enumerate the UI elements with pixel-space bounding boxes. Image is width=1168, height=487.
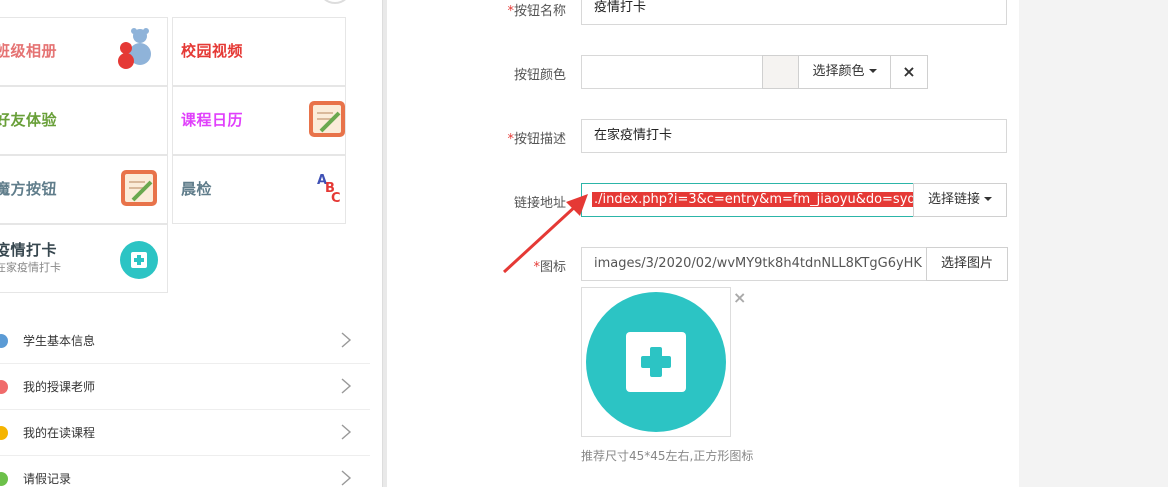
grid-cell-class-album[interactable]: 班级相册	[0, 17, 168, 86]
notepad-pencil-icon	[309, 101, 345, 137]
list-item-label: 我的在读课程	[23, 426, 96, 440]
input-value: ./index.php?i=3&c=entry&m=fm_jiaoyu&do=s…	[592, 192, 913, 207]
medical-cross-icon	[120, 241, 158, 279]
grid-cell-title: 课程日历	[181, 111, 244, 129]
button-desc-label: *按钮描述	[476, 128, 566, 147]
remove-image-button[interactable]: ×	[733, 288, 746, 307]
info-icon	[0, 334, 8, 348]
close-icon: ×	[902, 62, 916, 81]
button-color-input[interactable]	[581, 55, 763, 89]
abc-letters-icon: A B C	[317, 173, 341, 206]
list-item-label: 请假记录	[23, 472, 72, 486]
teddy-bear-icon	[118, 28, 151, 69]
caret-down-icon	[868, 69, 877, 73]
list-item-my-teachers[interactable]: 我的授课老师	[0, 364, 370, 410]
page-background	[1019, 0, 1168, 487]
caret-down-icon	[984, 197, 992, 201]
close-icon: ×	[733, 288, 747, 307]
button-label: 选择颜色	[812, 64, 865, 79]
label-text: 图标	[539, 260, 566, 275]
input-value: 疫情打卡	[594, 0, 647, 15]
chevron-right-icon	[341, 332, 352, 348]
grid-cell-title: 班级相册	[0, 42, 58, 60]
input-value: 在家疫情打卡	[594, 128, 673, 143]
button-label: 选择图片	[940, 256, 993, 271]
icon-size-hint: 推荐尺寸45*45左右,正方形图标	[581, 447, 753, 464]
icon-label: *图标	[476, 256, 566, 275]
grid-cell-title: 疫情打卡	[0, 241, 58, 259]
button-label: 选择链接	[927, 192, 980, 207]
link-input[interactable]: ./index.php?i=3&c=entry&m=fm_jiaoyu&do=s…	[581, 183, 914, 217]
button-name-label: *按钮名称	[476, 0, 566, 19]
label-text: 按钮描述	[513, 132, 566, 147]
grid-cell-title: 晨检	[181, 180, 213, 198]
top-icon-fragment	[318, 0, 352, 4]
svg-text:C: C	[331, 191, 341, 206]
color-preview-swatch	[762, 55, 799, 89]
icon-path-input[interactable]: images/3/2020/02/wvMY9tk8h4tdnNLL8KTgG6y…	[581, 247, 927, 281]
medical-cross-icon	[586, 292, 726, 432]
select-image-button[interactable]: 选择图片	[926, 247, 1008, 281]
label-text: 按钮颜色	[513, 68, 566, 83]
grid-cell-campus-video[interactable]: 校园视频	[172, 17, 346, 86]
button-name-input[interactable]: 疫情打卡	[581, 0, 1007, 25]
mobile-preview-panel: 班级相册 校园视频 好友体验 课程日历 魔方按钮 晨检 A B C 疫情打卡 在…	[0, 0, 383, 487]
teacher-icon	[0, 380, 8, 394]
button-desc-input[interactable]: 在家疫情打卡	[581, 119, 1007, 153]
hint-text: 推荐尺寸45*45左右,正方形图标	[581, 449, 754, 463]
chevron-right-icon	[341, 470, 352, 486]
screen: 班级相册 校园视频 好友体验 课程日历 魔方按钮 晨检 A B C 疫情打卡 在…	[0, 0, 1168, 487]
clear-color-button[interactable]: ×	[890, 55, 928, 89]
button-color-label: 按钮颜色	[476, 64, 566, 83]
grid-cell-title: 好友体验	[0, 111, 58, 129]
grid-cell-epidemic-checkin[interactable]: 疫情打卡 在家疫情打卡	[0, 224, 168, 293]
list-item-leave-records[interactable]: 请假记录	[0, 456, 370, 487]
grid-cell-friend-experience[interactable]: 好友体验	[0, 86, 168, 155]
grid-cell-morning-check[interactable]: 晨检 A B C	[172, 155, 346, 224]
input-value: images/3/2020/02/wvMY9tk8h4tdnNLL8KTgG6y…	[594, 256, 922, 271]
grid-cell-title: 魔方按钮	[0, 180, 58, 198]
grid-cell-title: 校园视频	[181, 42, 244, 60]
list-item-label: 学生基本信息	[23, 334, 96, 348]
icon-preview-box	[581, 287, 731, 437]
select-color-button[interactable]: 选择颜色	[798, 55, 891, 89]
leave-record-icon	[0, 472, 8, 486]
select-link-button[interactable]: 选择链接	[913, 183, 1007, 217]
grid-cell-subtitle: 在家疫情打卡	[0, 261, 61, 274]
list-item-label: 我的授课老师	[23, 380, 96, 394]
notepad-pencil-icon	[121, 170, 157, 206]
label-text: 按钮名称	[513, 4, 566, 19]
course-icon	[0, 426, 8, 440]
grid-cell-course-calendar[interactable]: 课程日历	[172, 86, 346, 155]
chevron-right-icon	[341, 424, 352, 440]
list-item-my-courses[interactable]: 我的在读课程	[0, 410, 370, 456]
list-item-student-info[interactable]: 学生基本信息	[0, 318, 370, 364]
grid-cell-magic-button[interactable]: 魔方按钮	[0, 155, 168, 224]
chevron-right-icon	[341, 378, 352, 394]
